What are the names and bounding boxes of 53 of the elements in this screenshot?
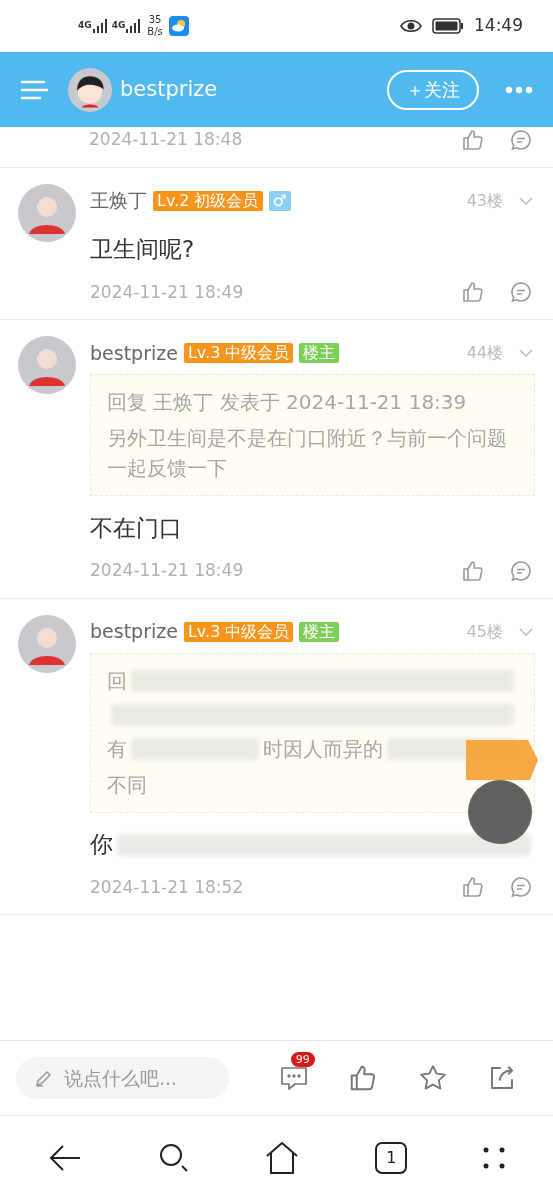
count-badge: 99 xyxy=(290,1052,315,1067)
post-date: 2024-11-21 18:49 xyxy=(90,559,245,582)
level-badge: Lv.3 中级会员 xyxy=(183,621,294,642)
eye-icon xyxy=(400,19,422,33)
comment-input[interactable]: 说点什么吧... xyxy=(16,1057,229,1099)
speed-unit: B/s xyxy=(147,26,163,38)
text: 回复 王焕丁 发表于 2024-11-21 18:39 xyxy=(107,389,467,416)
post-date: 2024-11-21 18:52 xyxy=(90,875,245,899)
text: 不在门口 xyxy=(90,513,182,543)
text: 不同 xyxy=(107,771,147,799)
star-icon[interactable] xyxy=(417,1063,448,1093)
pencil-icon xyxy=(34,1068,54,1088)
floor-number: 44楼 xyxy=(466,342,503,364)
text: 时因人而异的 xyxy=(262,735,383,763)
weather-icon xyxy=(168,16,189,36)
username[interactable]: bestprize xyxy=(90,617,178,646)
text: 回 xyxy=(107,667,127,695)
level-badge: Lv.3 中级会员 xyxy=(183,343,294,363)
comment-icon[interactable] xyxy=(509,127,533,152)
text: 有 xyxy=(107,735,127,763)
apps-icon[interactable] xyxy=(483,1147,506,1169)
username[interactable]: bestprize xyxy=(90,338,178,368)
network-label: 4G xyxy=(111,19,126,33)
post-date: 2024-11-21 18:48 xyxy=(89,128,244,151)
home-icon[interactable] xyxy=(265,1141,300,1175)
network-label: 4G xyxy=(78,19,92,33)
back-icon[interactable] xyxy=(47,1143,82,1173)
post-date: 2024-11-21 18:49 xyxy=(90,280,245,304)
text: 另外卫生间是不是在门口附近？与前一个问题一起反馈一下 xyxy=(107,425,508,482)
host-badge: 楼主 xyxy=(299,621,340,642)
floor-number: 45楼 xyxy=(466,620,503,643)
floor-number: 43楼 xyxy=(466,189,503,212)
search-icon[interactable] xyxy=(157,1142,190,1174)
comment-icon[interactable] xyxy=(509,558,533,583)
host-badge: 楼主 xyxy=(299,343,340,363)
signal-icon xyxy=(125,19,142,33)
comment-icon[interactable] xyxy=(509,280,533,305)
battery-icon xyxy=(432,18,464,34)
clock: 14:49 xyxy=(474,14,523,38)
gender-badge: ♂ xyxy=(268,190,291,211)
speed-value: 35 xyxy=(148,14,162,26)
username[interactable]: 王焕丁 xyxy=(90,186,147,215)
text: 卫生间呢? xyxy=(90,235,195,265)
thumbs-up-icon[interactable] xyxy=(461,558,485,583)
comment-icon[interactable] xyxy=(509,875,533,900)
avatar[interactable] xyxy=(68,67,112,112)
text: 你 xyxy=(90,830,113,860)
signal-icon xyxy=(91,19,108,33)
thumbs-up-icon[interactable] xyxy=(461,875,485,900)
thumbs-up-icon[interactable] xyxy=(461,127,485,152)
thumbs-up-icon[interactable] xyxy=(461,280,485,305)
level-badge: Lv.2 初级会员 xyxy=(153,190,263,211)
tabs-button[interactable]: 1 xyxy=(375,1142,408,1174)
